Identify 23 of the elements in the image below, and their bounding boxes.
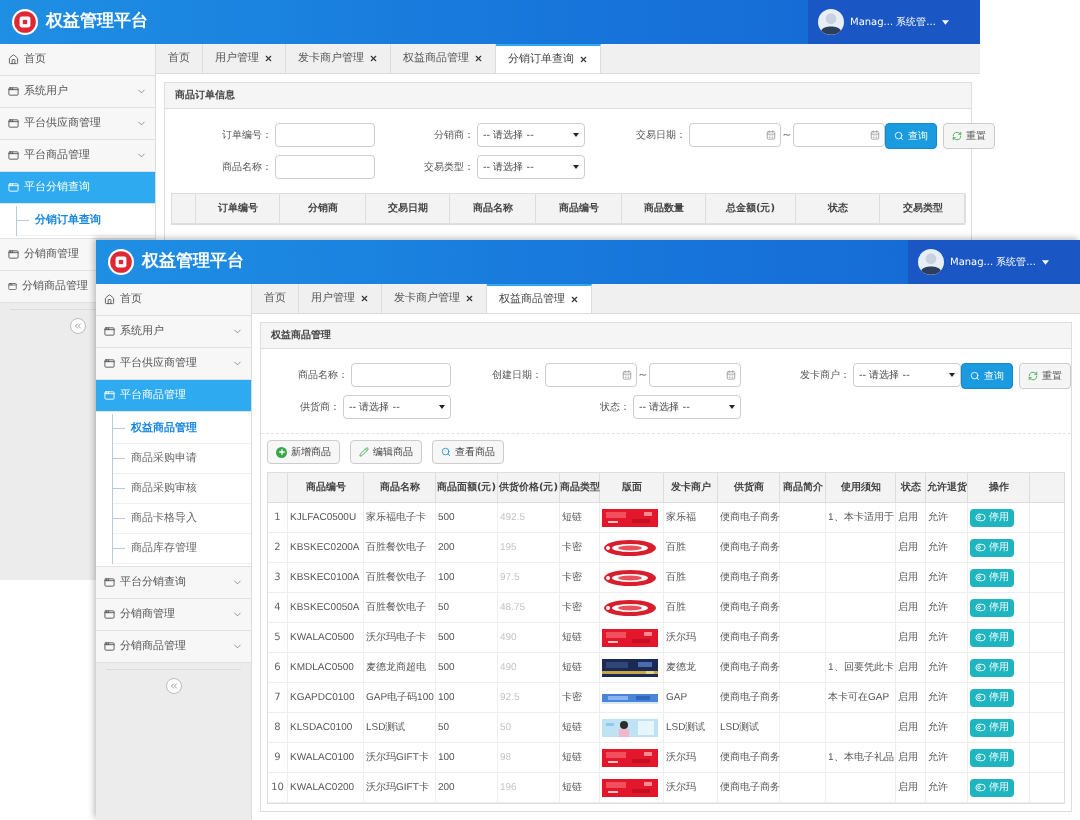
caret-icon	[573, 165, 579, 169]
caret-icon	[1041, 259, 1049, 265]
logo-icon	[108, 249, 134, 275]
caret-icon	[949, 373, 955, 377]
caret-icon	[729, 405, 735, 409]
date-field[interactable]	[649, 363, 741, 387]
avatar	[818, 9, 844, 35]
date-field[interactable]	[793, 123, 885, 147]
avatar	[918, 249, 944, 275]
text-field[interactable]	[275, 155, 375, 179]
caret-icon	[573, 133, 579, 137]
logo-icon	[12, 9, 38, 35]
plus-icon	[276, 446, 287, 458]
caret-icon	[439, 405, 445, 409]
app-title: 权益管理平台	[142, 249, 244, 275]
caret-icon	[941, 19, 949, 25]
text-field[interactable]	[351, 363, 451, 387]
app-title: 权益管理平台	[46, 9, 148, 35]
date-field[interactable]	[544, 363, 637, 387]
date-field[interactable]	[688, 123, 781, 147]
collapse-button[interactable]	[69, 318, 86, 334]
text-field[interactable]	[275, 123, 375, 147]
collapse-button[interactable]	[165, 678, 182, 694]
